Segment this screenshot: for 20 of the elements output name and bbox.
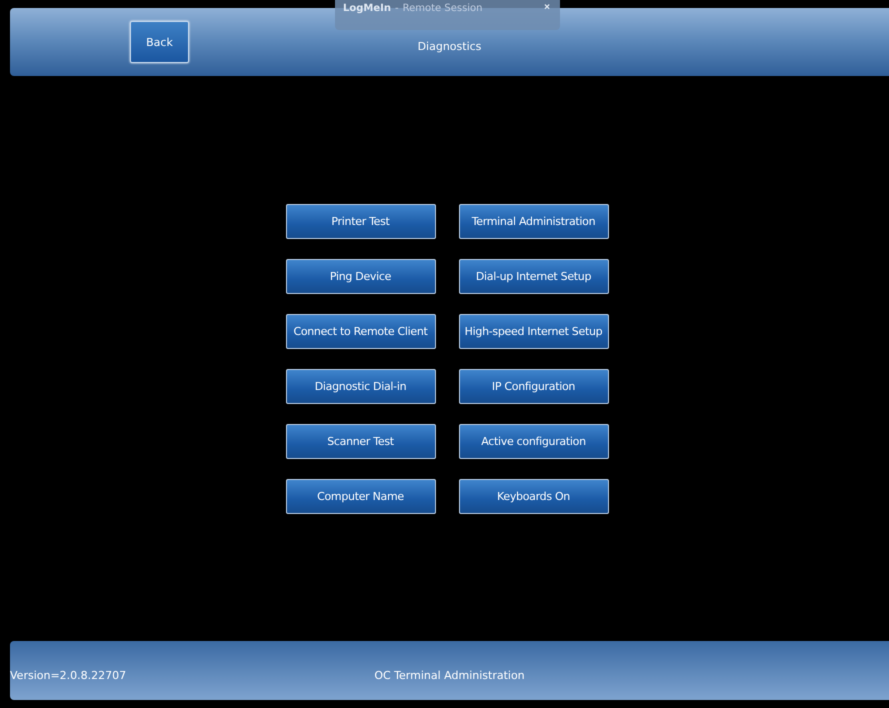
menu-button[interactable]: Keyboards On — [458, 479, 608, 514]
session-label: Remote Session — [402, 3, 483, 14]
menu-button[interactable]: IP Configuration — [458, 369, 608, 404]
menu-button[interactable]: Printer Test — [286, 204, 436, 239]
menu-button[interactable]: Dial-up Internet Setup — [458, 259, 608, 294]
menu-button[interactable]: Ping Device — [286, 259, 436, 294]
close-button[interactable]: × — [542, 3, 552, 13]
menu-button[interactable]: Connect to Remote Client — [286, 314, 436, 349]
menu-button[interactable]: High-speed Internet Setup — [458, 314, 608, 349]
screen-title: Diagnostics — [418, 40, 482, 52]
menu-button[interactable]: Scanner Test — [286, 424, 436, 459]
app-name: LogMeIn — [343, 3, 391, 14]
menu-button[interactable]: Terminal Administration — [458, 204, 608, 239]
back-button[interactable]: Back — [130, 21, 189, 63]
version-text: Version=2.0.8.22707 — [10, 668, 126, 682]
separator-text: - — [394, 3, 399, 14]
menu-button[interactable]: Computer Name — [286, 479, 436, 514]
menu-button[interactable]: Active configuration — [458, 424, 608, 459]
app-title: OC Terminal Administration — [374, 668, 525, 682]
menu-button[interactable]: Diagnostic Dial-in — [286, 369, 436, 404]
